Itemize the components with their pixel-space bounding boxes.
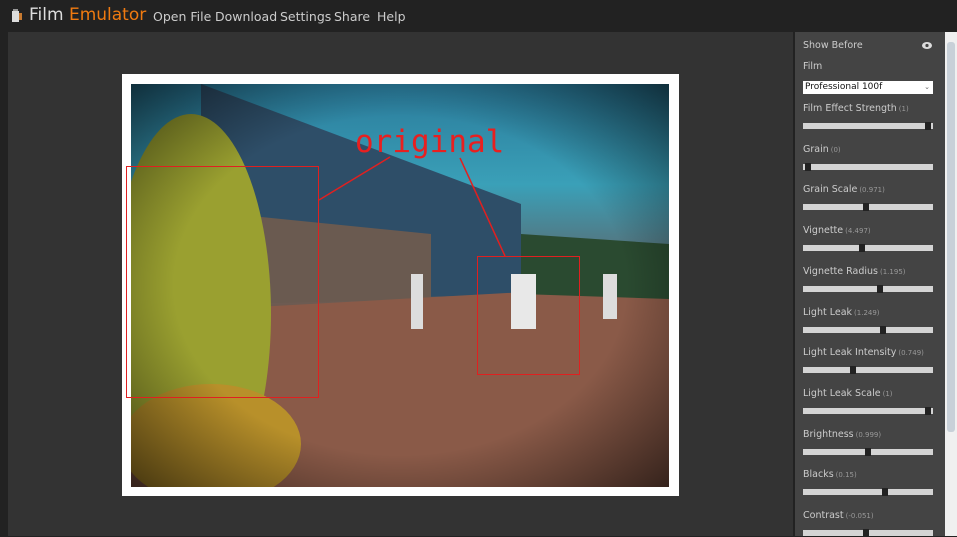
slider-handle[interactable] [877,284,884,293]
film-select-value: Professional 100f [805,82,883,92]
slider-value: (0.15) [835,471,857,480]
slider-track[interactable] [803,406,933,415]
slider-track[interactable] [803,366,933,375]
slider-label: Contrast (-0.051) [803,510,874,521]
slider-track[interactable] [803,122,933,130]
slider-name: Brightness [803,428,854,440]
chevron-down-icon: ⌄ [924,83,930,91]
slider-name: Vignette Radius [803,265,878,277]
slider-name: Film Effect Strength [803,103,897,114]
slider-value: (0.999) [855,430,882,439]
slider-name: Contrast [803,510,844,521]
slider-handle[interactable] [879,325,886,334]
slider-label: Brightness (0.999) [803,429,881,440]
slider-value: (-0.051) [845,512,874,520]
slider-name: Vignette [803,225,844,237]
slider-handle[interactable] [865,447,871,456]
slider-name: Blacks [803,469,834,481]
eye-icon[interactable] [922,42,932,49]
slider-track[interactable] [803,447,933,456]
slider-handle[interactable] [924,122,931,130]
slider-label: Film Effect Strength (1) [803,103,909,114]
slider-track[interactable] [803,203,933,212]
slider-handle[interactable] [924,406,931,415]
slider-handle[interactable] [882,488,889,497]
slider-value: (1) [898,105,909,113]
slider-label: Light Leak Intensity (0.749) [803,347,924,358]
slider-name: Grain [803,143,829,155]
settings-panel: Show Before Film Professional 100f ⌄ Film… [795,32,945,537]
slider-label: Grain (0) [803,144,841,155]
sidebar-scrollbar[interactable] [945,32,957,536]
slider-value: (0.749) [898,349,924,358]
slider-handle[interactable] [862,203,869,212]
slider-track[interactable] [803,284,933,293]
slider-value: (0.971) [859,186,885,195]
slider-value: (1) [882,389,893,398]
film-select[interactable]: Professional 100f ⌄ [803,81,933,94]
slider-value: (1.249) [854,308,880,317]
scrollbar-thumb[interactable] [947,42,955,432]
slider-value: (1.195) [880,267,906,276]
slider-label: Vignette Radius (1.195) [803,266,906,277]
slider-handle[interactable] [858,244,865,253]
slider-value: (4.497) [845,227,871,236]
slider-handle[interactable] [850,366,857,375]
annotation-text: original [355,124,505,160]
slider-track[interactable] [803,325,933,334]
slider-label: Light Leak (1.249) [803,307,880,318]
slider-label: Grain Scale (0.971) [803,184,885,195]
slider-name: Grain Scale [803,184,858,196]
slider-label: Light Leak Scale (1) [803,388,893,399]
slider-track[interactable] [803,244,933,253]
slider-handle[interactable] [805,162,812,171]
slider-name: Light Leak Scale [803,387,881,399]
slider-name: Light Leak Intensity [803,347,897,359]
slider-track[interactable] [803,488,933,497]
film-label: Film [803,61,823,72]
show-before-label[interactable]: Show Before [803,40,863,51]
slider-track[interactable] [803,529,933,537]
slider-value: (0) [830,145,841,154]
slider-label: Blacks (0.15) [803,469,857,480]
slider-name: Light Leak [803,306,853,318]
slider-label: Vignette (4.497) [803,225,871,236]
slider-track[interactable] [803,162,933,171]
